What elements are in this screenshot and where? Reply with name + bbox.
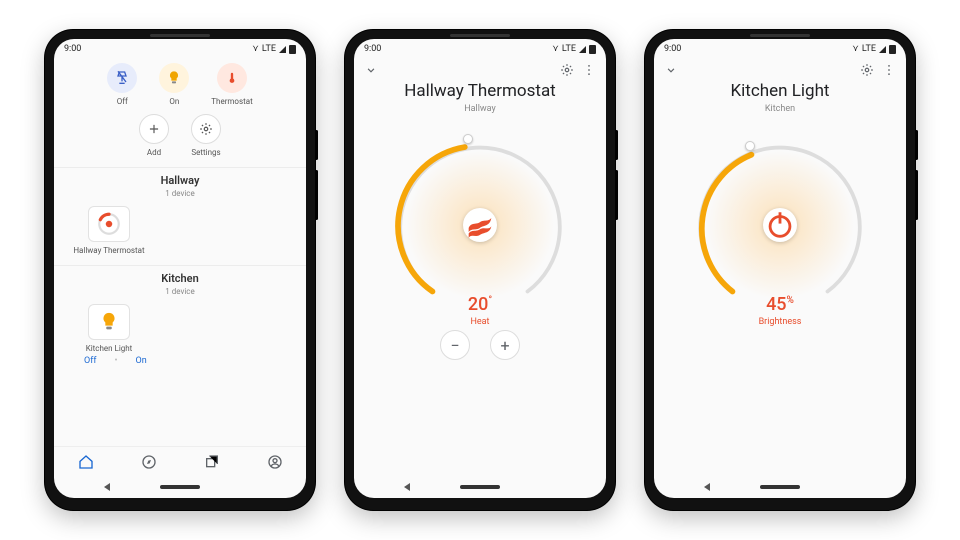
dial-handle[interactable]: [463, 134, 473, 144]
status-bar: 9:00 ⋎ LTE: [54, 39, 306, 57]
wifi-icon: ⋎: [552, 44, 559, 54]
device-label: Kitchen Light: [86, 344, 133, 353]
nav-home-icon[interactable]: [78, 454, 94, 470]
increase-button[interactable]: +: [490, 330, 520, 360]
room-device-count: 1 device: [54, 189, 306, 198]
page-subtitle: Hallway: [354, 104, 606, 114]
page-subtitle: Kitchen: [654, 104, 906, 114]
battery-icon: [889, 45, 896, 54]
system-nav: [54, 476, 306, 498]
chip-label: Add: [147, 148, 161, 157]
signal-icon: [879, 46, 886, 53]
light-bulb-icon: [88, 304, 130, 340]
nav-account-icon[interactable]: [267, 454, 283, 470]
system-back-icon[interactable]: [704, 483, 710, 491]
thermometer-icon: [217, 63, 247, 93]
lte-label: LTE: [562, 44, 576, 54]
room-name: Hallway: [54, 174, 306, 187]
bottom-nav: [54, 446, 306, 476]
page-title: Hallway Thermostat: [354, 81, 606, 101]
signal-icon: [579, 46, 586, 53]
system-home-pill[interactable]: [760, 485, 800, 489]
thermostat-dial-icon: [88, 206, 130, 242]
brightness-value: 45%: [685, 294, 875, 315]
system-nav: [654, 476, 906, 498]
phone-side-button: [315, 170, 318, 220]
chip-label: Settings: [191, 148, 220, 157]
phone-side-button: [915, 130, 918, 160]
nav-compass-icon[interactable]: [141, 454, 157, 470]
minus-icon: −: [450, 336, 459, 355]
chip-label: Off: [117, 97, 128, 106]
status-time: 9:00: [364, 44, 381, 54]
bulb-on-icon: [159, 63, 189, 93]
status-bar: 9:00 ⋎ LTE: [654, 39, 906, 57]
status-time: 9:00: [64, 44, 81, 54]
lte-label: LTE: [862, 44, 876, 54]
chip-label: Thermostat: [211, 97, 252, 106]
divider: [54, 167, 306, 168]
chip-label: On: [169, 97, 179, 106]
dial-handle[interactable]: [745, 141, 755, 151]
power-button[interactable]: [763, 208, 797, 242]
thermostat-dial[interactable]: 20° Heat: [385, 130, 575, 320]
chip-thermostat[interactable]: Thermostat: [211, 63, 252, 106]
chip-add[interactable]: Add: [139, 114, 169, 157]
phone-light: 9:00 ⋎ LTE Kitchen Light Kitchen: [645, 30, 915, 510]
system-back-icon[interactable]: [104, 483, 110, 491]
device-label: Hallway Thermostat: [73, 246, 144, 255]
overflow-menu-icon[interactable]: [582, 63, 596, 77]
wifi-icon: ⋎: [252, 44, 259, 54]
wifi-icon: ⋎: [852, 44, 859, 54]
back-chevron-icon[interactable]: [364, 63, 378, 77]
system-home-pill[interactable]: [160, 485, 200, 489]
back-chevron-icon[interactable]: [664, 63, 678, 77]
phone-side-button: [315, 130, 318, 160]
nav-library-icon[interactable]: [204, 454, 220, 470]
device-card-kitchen-light[interactable]: Kitchen Light: [72, 304, 146, 353]
battery-icon: [289, 45, 296, 54]
quick-off[interactable]: Off: [84, 356, 96, 366]
signal-icon: [279, 46, 286, 53]
plus-icon: [139, 114, 169, 144]
page-title: Kitchen Light: [654, 81, 906, 101]
lte-label: LTE: [262, 44, 276, 54]
overflow-menu-icon[interactable]: [882, 63, 896, 77]
battery-icon: [589, 45, 596, 54]
mode-label: Brightness: [685, 317, 875, 327]
status-bar: 9:00 ⋎ LTE: [354, 39, 606, 57]
plus-icon: +: [500, 336, 509, 355]
phone-side-button: [615, 170, 618, 220]
quick-separator: •: [114, 356, 117, 366]
brightness-dial[interactable]: 45% Brightness: [685, 130, 875, 320]
status-time: 9:00: [664, 44, 681, 54]
mode-label: Heat: [385, 317, 575, 327]
system-nav: [354, 476, 606, 498]
phone-home: 9:00 ⋎ LTE Off: [45, 30, 315, 510]
settings-gear-icon[interactable]: [560, 63, 574, 77]
gear-icon: [191, 114, 221, 144]
chip-settings[interactable]: Settings: [191, 114, 221, 157]
phone-side-button: [915, 170, 918, 220]
divider: [54, 265, 306, 266]
phone-thermostat: 9:00 ⋎ LTE Hallway Thermostat Hallway: [345, 30, 615, 510]
mode-button[interactable]: [463, 208, 497, 242]
system-back-icon[interactable]: [404, 483, 410, 491]
phone-side-button: [615, 130, 618, 160]
settings-gear-icon[interactable]: [860, 63, 874, 77]
device-card-hallway-thermostat[interactable]: Hallway Thermostat: [72, 206, 146, 255]
decrease-button[interactable]: −: [440, 330, 470, 360]
chip-on[interactable]: On: [159, 63, 189, 106]
temperature-value: 20°: [385, 294, 575, 315]
chip-off[interactable]: Off: [107, 63, 137, 106]
quick-on[interactable]: On: [136, 356, 147, 366]
room-device-count: 1 device: [54, 287, 306, 296]
lamp-off-icon: [107, 63, 137, 93]
system-home-pill[interactable]: [460, 485, 500, 489]
room-name: Kitchen: [54, 272, 306, 285]
